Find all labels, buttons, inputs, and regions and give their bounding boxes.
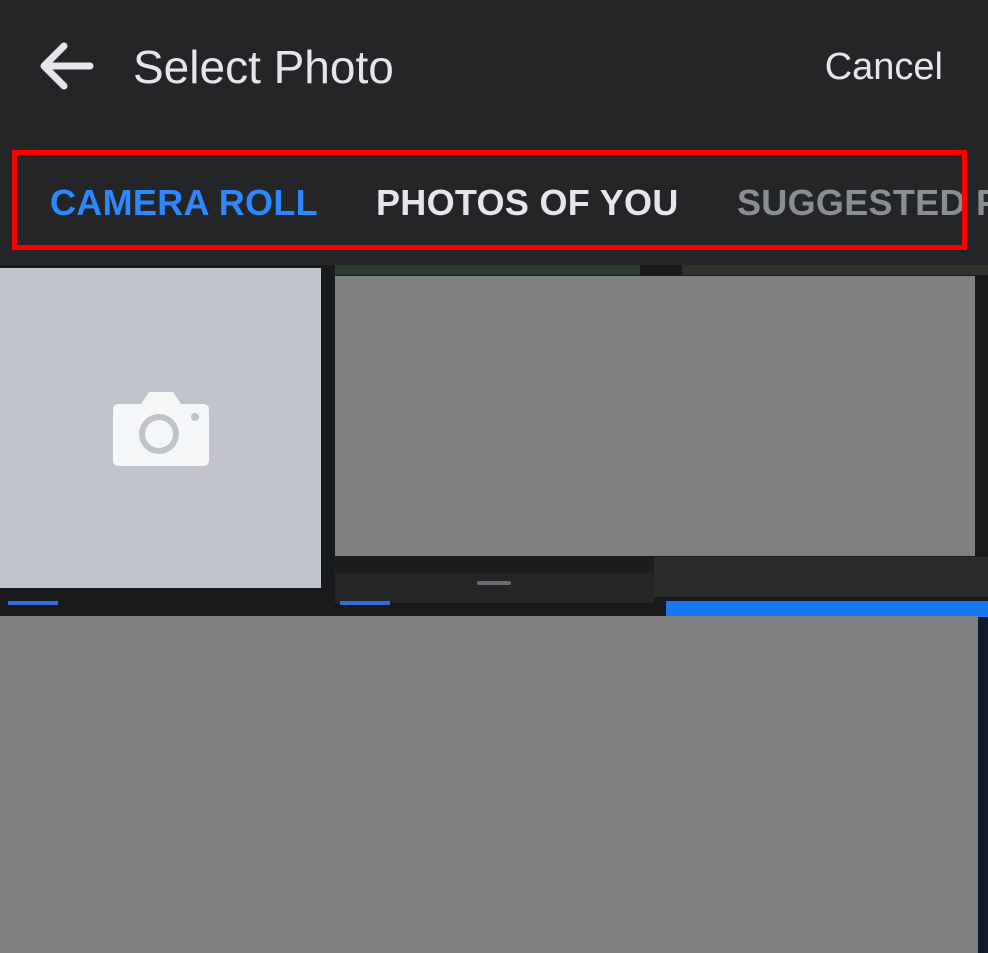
tile-bottom-strip	[335, 557, 654, 573]
tile-bottom-strip	[654, 557, 988, 597]
tab-suggested-photos[interactable]: SUGGESTED P	[737, 183, 988, 223]
tab-camera-roll[interactable]: CAMERA ROLL	[50, 183, 318, 223]
photo-grid	[0, 265, 988, 953]
tile-top-strip	[335, 265, 640, 275]
header: Select Photo Cancel	[0, 0, 988, 135]
page-title: Select Photo	[133, 41, 394, 93]
cancel-button[interactable]: Cancel	[825, 44, 943, 90]
tile-top-strip	[682, 265, 988, 275]
tab-bar: CAMERA ROLL PHOTOS OF YOU SUGGESTED P	[0, 155, 988, 247]
selection-indicator	[340, 601, 390, 605]
arrow-left-icon	[40, 42, 94, 90]
photo-thumbnail[interactable]	[0, 616, 978, 953]
back-button[interactable]	[30, 30, 102, 102]
camera-icon	[112, 392, 209, 466]
photo-thumbnail[interactable]	[335, 276, 975, 556]
tile-bottom-strip	[335, 573, 654, 603]
photo-edge	[978, 617, 988, 953]
selection-indicator	[8, 601, 58, 605]
camera-tile[interactable]	[0, 268, 321, 588]
photo-edge	[666, 601, 988, 617]
select-photo-screen: Select Photo Cancel CAMERA ROLL PHOTOS O…	[0, 0, 988, 953]
tab-photos-of-you[interactable]: PHOTOS OF YOU	[376, 183, 679, 223]
sheet-handle	[477, 581, 511, 585]
